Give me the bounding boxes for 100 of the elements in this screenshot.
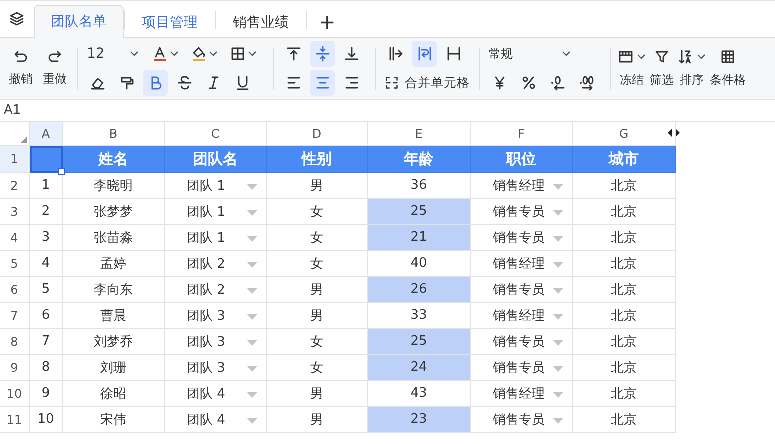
table-cell[interactable]: 销售专员 — [471, 407, 573, 433]
row-header[interactable]: 5 — [0, 251, 30, 277]
table-cell[interactable]: 7 — [30, 329, 63, 355]
align-middle-button[interactable] — [310, 41, 335, 67]
undo-button[interactable]: 撤销 — [6, 42, 36, 94]
table-cell[interactable]: 女 — [267, 251, 368, 277]
table-cell[interactable]: 曹晨 — [63, 303, 165, 329]
row-header[interactable]: 9 — [0, 355, 30, 381]
column-header[interactable]: F — [471, 122, 573, 146]
table-cell[interactable]: 团队 1 — [165, 225, 267, 251]
font-size-dropdown[interactable]: 12 — [85, 41, 143, 67]
table-cell[interactable]: 销售专员 — [471, 277, 573, 303]
table-cell[interactable]: 销售经理 — [471, 381, 573, 407]
table-cell[interactable]: 销售经理 — [471, 303, 573, 329]
column-header[interactable]: B — [63, 122, 165, 146]
fill-handle[interactable] — [58, 168, 65, 175]
conditional-button[interactable]: 条件格 — [710, 42, 746, 94]
table-cell[interactable]: 男 — [267, 303, 368, 329]
row-header[interactable]: 3 — [0, 199, 30, 225]
table-cell[interactable]: 25 — [368, 329, 471, 355]
table-cell[interactable]: 销售经理 — [471, 251, 573, 277]
row-header[interactable]: 8 — [0, 329, 30, 355]
row-header[interactable]: 10 — [0, 381, 30, 407]
table-cell[interactable]: 刘珊 — [63, 355, 165, 381]
table-cell[interactable]: 北京 — [573, 199, 676, 225]
row-header[interactable]: 2 — [0, 173, 30, 199]
cell-reference[interactable]: A1 — [4, 103, 22, 118]
table-cell[interactable]: 3 — [30, 225, 63, 251]
table-cell[interactable]: 1 — [30, 173, 63, 199]
table-cell[interactable]: 9 — [30, 381, 63, 407]
table-cell[interactable]: 刘梦乔 — [63, 329, 165, 355]
table-cell[interactable]: 团队 1 — [165, 173, 267, 199]
column-header[interactable]: A — [30, 122, 63, 146]
table-cell[interactable]: 李向东 — [63, 277, 165, 303]
table-cell[interactable]: 男 — [267, 381, 368, 407]
column-header[interactable]: E — [368, 122, 471, 146]
table-cell[interactable]: 10 — [30, 407, 63, 433]
table-cell[interactable]: 团队 2 — [165, 251, 267, 277]
table-cell[interactable]: 销售专员 — [471, 329, 573, 355]
table-cell[interactable]: 团队 1 — [165, 199, 267, 225]
table-cell[interactable]: 团队 3 — [165, 303, 267, 329]
table-cell[interactable]: 24 — [368, 355, 471, 381]
row-header[interactable]: 6 — [0, 277, 30, 303]
table-cell[interactable]: 北京 — [573, 173, 676, 199]
row-header[interactable]: 11 — [0, 407, 30, 433]
sheet-tab[interactable]: 项目管理 — [125, 7, 215, 38]
table-cell[interactable]: 北京 — [573, 329, 676, 355]
add-sheet-button[interactable]: + — [307, 6, 348, 37]
table-cell[interactable]: 团队 4 — [165, 381, 267, 407]
freeze-button[interactable]: 冻结 — [618, 42, 646, 94]
table-cell[interactable]: 徐昭 — [63, 381, 165, 407]
wrap-text-button[interactable] — [412, 41, 437, 67]
table-cell[interactable]: 北京 — [573, 303, 676, 329]
column-header[interactable]: G — [573, 122, 676, 146]
table-cell[interactable]: 北京 — [573, 251, 676, 277]
table-cell[interactable]: 北京 — [573, 277, 676, 303]
row-header[interactable]: 4 — [0, 225, 30, 251]
corner-icon[interactable] — [21, 137, 27, 143]
table-cell[interactable]: 北京 — [573, 355, 676, 381]
layers-icon[interactable] — [9, 10, 25, 26]
align-center-button[interactable] — [310, 70, 335, 96]
table-cell[interactable]: 北京 — [573, 381, 676, 407]
table-cell[interactable]: 23 — [368, 407, 471, 433]
merge-cells-button[interactable]: 合并单元格 — [383, 70, 472, 96]
sheet-tab[interactable]: 销售业绩 — [216, 7, 306, 38]
table-cell[interactable]: 北京 — [573, 407, 676, 433]
redo-button[interactable]: 重做 — [40, 42, 70, 94]
table-cell[interactable]: 张苗淼 — [63, 225, 165, 251]
table-cell[interactable]: 北京 — [573, 225, 676, 251]
number-format-dropdown[interactable]: 常规 — [487, 41, 575, 67]
row-header[interactable]: 7 — [0, 303, 30, 329]
table-cell[interactable]: 销售专员 — [471, 225, 573, 251]
table-cell[interactable]: 26 — [368, 277, 471, 303]
column-resize-icon[interactable] — [668, 129, 680, 137]
table-cell[interactable]: 6 — [30, 303, 63, 329]
table-cell[interactable]: 4 — [30, 251, 63, 277]
table-cell[interactable]: 孟婷 — [63, 251, 165, 277]
table-cell[interactable]: 25 — [368, 199, 471, 225]
table-cell[interactable]: 团队 3 — [165, 329, 267, 355]
bold-button[interactable] — [143, 70, 168, 96]
table-cell[interactable]: 21 — [368, 225, 471, 251]
table-cell[interactable]: 男 — [267, 173, 368, 199]
filter-button[interactable]: 筛选 — [650, 42, 674, 94]
table-cell[interactable]: 8 — [30, 355, 63, 381]
table-cell[interactable]: 团队 3 — [165, 355, 267, 381]
column-header[interactable]: C — [165, 122, 267, 146]
table-cell[interactable]: 2 — [30, 199, 63, 225]
table-cell[interactable]: 5 — [30, 277, 63, 303]
table-cell[interactable]: 销售专员 — [471, 199, 573, 225]
column-header[interactable]: D — [267, 122, 368, 146]
row-header[interactable]: 1 — [0, 146, 30, 173]
table-cell[interactable]: 团队 2 — [165, 277, 267, 303]
header-cell[interactable] — [30, 146, 63, 173]
table-cell[interactable]: 团队 4 — [165, 407, 267, 433]
sort-button[interactable]: 排序 — [678, 42, 706, 94]
table-cell[interactable]: 李晓明 — [63, 173, 165, 199]
table-cell[interactable]: 张梦梦 — [63, 199, 165, 225]
table-cell[interactable]: 销售专员 — [471, 355, 573, 381]
table-cell[interactable]: 销售经理 — [471, 173, 573, 199]
table-cell[interactable]: 宋伟 — [63, 407, 165, 433]
